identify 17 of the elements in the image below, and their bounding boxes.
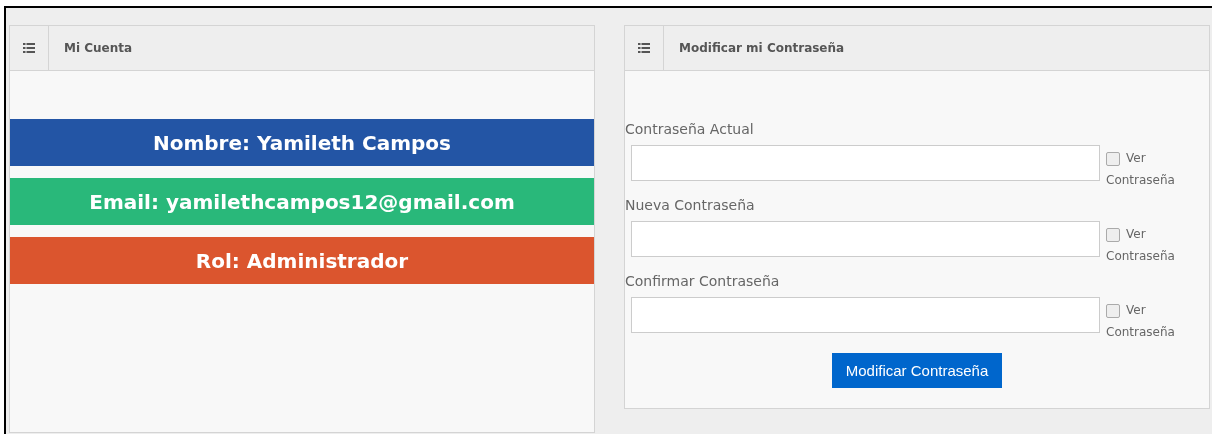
- password-field[interactable]: [631, 297, 1100, 333]
- password-field[interactable]: [631, 221, 1100, 257]
- field-label: Contraseña Actual: [625, 121, 755, 137]
- list-icon: [638, 43, 650, 53]
- show-password-checkbox[interactable]: Ver Contraseña: [1106, 299, 1184, 343]
- info-bar: Nombre: Yamileth Campos: [10, 119, 594, 166]
- info-bar: Rol: Administrador: [10, 237, 594, 284]
- panel-title: Modificar mi Contraseña: [679, 41, 845, 55]
- field-label: Confirmar Contraseña: [625, 273, 781, 289]
- show-password-checkbox[interactable]: Ver Contraseña: [1106, 147, 1184, 191]
- submit-button[interactable]: Modificar Contraseña: [831, 353, 1003, 388]
- info-bar: Email: yamilethcampos12@gmail.com: [10, 178, 594, 225]
- panel-title: Mi Cuenta: [64, 41, 133, 55]
- show-password-checkbox[interactable]: Ver Contraseña: [1106, 223, 1184, 267]
- list-icon: [23, 43, 35, 53]
- password-field[interactable]: [631, 145, 1100, 181]
- field-label: Nueva Contraseña: [625, 197, 756, 213]
